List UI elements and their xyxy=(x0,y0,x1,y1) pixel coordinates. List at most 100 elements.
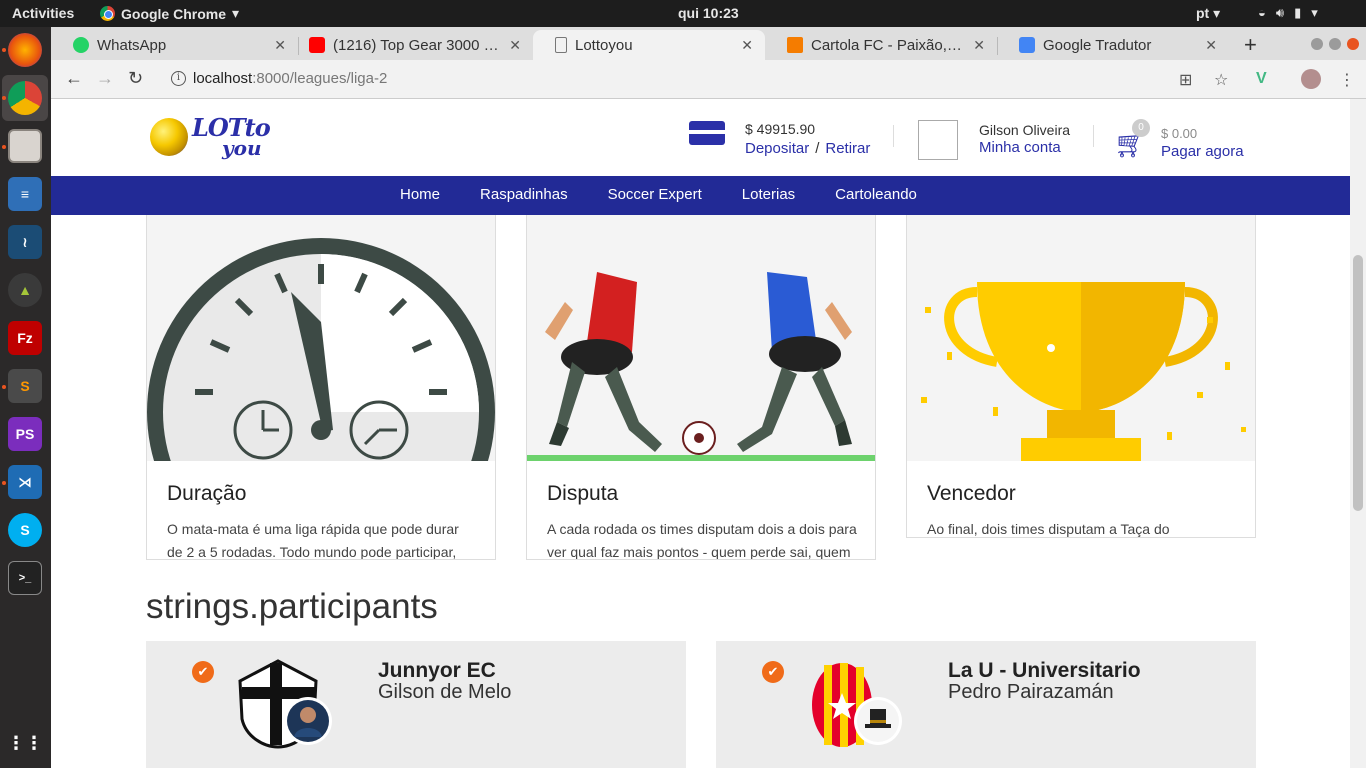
clock[interactable]: qui 10:23 xyxy=(678,5,739,21)
translate-icon xyxy=(1019,37,1035,53)
card-title: Vencedor xyxy=(927,482,1016,505)
system-top-bar: Activities Google Chrome ▾ qui 10:23 pt … xyxy=(0,0,1366,27)
card-body: Duração O mata-mata é uma liga rápida qu… xyxy=(167,482,477,560)
phpstorm-icon[interactable]: PS xyxy=(8,417,42,451)
language-indicator[interactable]: pt ▾ xyxy=(1196,5,1220,22)
tab-cartola[interactable]: Cartola FC - Paixão, Escal ✕ xyxy=(765,30,997,60)
filezilla-icon[interactable]: Fz xyxy=(8,321,42,355)
team-name: Junnyor EC xyxy=(378,659,496,682)
sublime-icon[interactable]: S xyxy=(8,369,42,403)
cart-total: $ 0.00 xyxy=(1161,126,1198,141)
browser-toolbar: ← → ↻ i localhost:8000/leagues/liga-2 ⊞ … xyxy=(51,60,1366,99)
close-icon[interactable]: ✕ xyxy=(274,37,286,54)
page-scrollbar[interactable] xyxy=(1350,99,1366,768)
url-text[interactable]: localhost:8000/leagues/liga-2 xyxy=(193,70,387,87)
minimize-button[interactable] xyxy=(1311,38,1323,50)
card-winner: Vencedor Ao final, dois times disputam a… xyxy=(906,181,1256,538)
whatsapp-icon xyxy=(73,37,89,53)
site-header: LOTto you $ 49915.90 Depositar / Retirar G… xyxy=(51,99,1350,176)
bookmark-star-icon[interactable]: ☆ xyxy=(1214,70,1228,90)
vue-devtools-icon[interactable]: V xyxy=(1256,70,1267,88)
close-icon[interactable]: ✕ xyxy=(1205,37,1217,54)
app-menu-label: Google Chrome xyxy=(121,5,227,22)
pay-now-link[interactable]: Pagar agora xyxy=(1161,143,1244,160)
chrome-icon xyxy=(100,6,115,21)
card-title: Duração xyxy=(167,482,247,505)
forward-button[interactable]: → xyxy=(96,68,114,89)
nav-home[interactable]: Home xyxy=(380,186,460,203)
trophy-illustration xyxy=(907,182,1255,461)
nav-raspadinhas[interactable]: Raspadinhas xyxy=(460,186,588,203)
cartola-icon xyxy=(787,37,803,53)
card-duration: Duração O mata-mata é uma liga rápida qu… xyxy=(146,181,496,560)
deposit-link[interactable]: Depositar xyxy=(745,140,809,157)
participants-heading: strings.participants xyxy=(146,587,438,626)
maximize-button[interactable] xyxy=(1329,38,1341,50)
check-icon: ✔ xyxy=(762,661,784,683)
tab-google-translate[interactable]: Google Tradutor ✕ xyxy=(997,30,1229,60)
dock: ≡ ≀ ▲ Fz S PS ⋊ S >_ ⋮⋮ xyxy=(0,27,51,768)
nav-cartoleando[interactable]: Cartoleando xyxy=(815,186,937,203)
credit-card-icon xyxy=(689,121,725,145)
page-icon xyxy=(555,37,567,53)
close-icon[interactable]: ✕ xyxy=(741,37,753,54)
chevron-down-icon: ▾ xyxy=(1311,5,1318,20)
page-viewport: Duração O mata-mata é uma liga rápida qu… xyxy=(51,99,1350,768)
nav-loterias[interactable]: Loterias xyxy=(722,186,815,203)
terminal-icon[interactable]: >_ xyxy=(8,561,42,595)
chevron-down-icon: ▾ xyxy=(232,5,240,21)
system-tray[interactable]: ◒ 🔊︎ ▮ ▾ xyxy=(1258,5,1318,21)
translate-page-icon[interactable]: ⊞ xyxy=(1179,70,1192,90)
card-text: Ao final, dois times disputam a Taça do … xyxy=(927,521,1170,537)
card-text: O mata-mata é uma liga rápida que pode d… xyxy=(167,521,459,560)
tab-whatsapp[interactable]: WhatsApp ✕ xyxy=(51,30,298,60)
check-icon: ✔ xyxy=(192,661,214,683)
withdraw-link[interactable]: Retirar xyxy=(825,140,870,157)
show-apps-icon[interactable]: ⋮⋮ xyxy=(7,726,43,760)
skype-icon[interactable]: S xyxy=(8,513,42,547)
participant-card[interactable]: ✔ Junnyor EC Gilson de Melo xyxy=(146,641,686,768)
scroll-thumb[interactable] xyxy=(1353,255,1363,511)
wifi-icon: ◒ xyxy=(1258,5,1266,20)
team-owner: Gilson de Melo xyxy=(378,681,512,703)
address-bar[interactable]: i localhost:8000/leagues/liga-2 xyxy=(159,65,1204,93)
team-crest xyxy=(238,659,332,749)
youtube-icon xyxy=(309,37,325,53)
lottery-ball-icon xyxy=(150,117,188,156)
menu-icon[interactable]: ⋮ xyxy=(1339,70,1355,90)
team-owner: Pedro Pairazamán xyxy=(948,681,1114,703)
info-icon[interactable]: i xyxy=(171,71,186,86)
vscode-icon[interactable]: ⋊ xyxy=(8,465,42,499)
participant-card[interactable]: ✔ La U - Universitario Pedro Pairazamán xyxy=(716,641,1256,768)
stopwatch-illustration xyxy=(147,182,495,461)
tab-lottoyou[interactable]: Lottoyou ✕ xyxy=(533,30,765,60)
close-window-button[interactable] xyxy=(1347,38,1359,50)
android-studio-icon[interactable]: ▲ xyxy=(8,273,42,307)
card-text: A cada rodada os times disputam dois a d… xyxy=(547,521,857,560)
profile-avatar[interactable] xyxy=(1301,69,1321,89)
card-body: Vencedor Ao final, dois times disputam a… xyxy=(927,482,1237,537)
my-account-link[interactable]: Minha conta xyxy=(979,139,1061,156)
close-icon[interactable]: ✕ xyxy=(973,37,985,54)
back-button[interactable]: ← xyxy=(65,68,83,89)
app-menu[interactable]: Google Chrome ▾ xyxy=(100,5,239,22)
cart-count-badge: 0 xyxy=(1132,119,1150,137)
close-icon[interactable]: ✕ xyxy=(509,37,521,54)
card-dispute: Disputa A cada rodada os times disputam … xyxy=(526,181,876,560)
main-nav: Home Raspadinhas Soccer Expert Loterias … xyxy=(51,176,1350,215)
team-crest xyxy=(812,663,902,747)
mysql-workbench-icon[interactable]: ≀ xyxy=(8,225,42,259)
new-tab-button[interactable]: + xyxy=(1244,32,1257,58)
soccer-players-illustration xyxy=(527,182,875,461)
activities-button[interactable]: Activities xyxy=(12,5,74,21)
reload-button[interactable]: ↻ xyxy=(128,68,143,89)
avatar[interactable] xyxy=(918,120,958,160)
lottoyou-logo[interactable]: LOTto you xyxy=(150,116,271,158)
files-icon[interactable] xyxy=(8,129,42,163)
firefox-icon[interactable] xyxy=(8,33,42,67)
team-name: La U - Universitario xyxy=(948,659,1141,682)
chrome-icon[interactable] xyxy=(8,81,42,115)
nav-soccer-expert[interactable]: Soccer Expert xyxy=(588,186,722,203)
writer-icon[interactable]: ≡ xyxy=(8,177,42,211)
tab-youtube[interactable]: (1216) Top Gear 3000 Sou ✕ xyxy=(287,30,533,60)
